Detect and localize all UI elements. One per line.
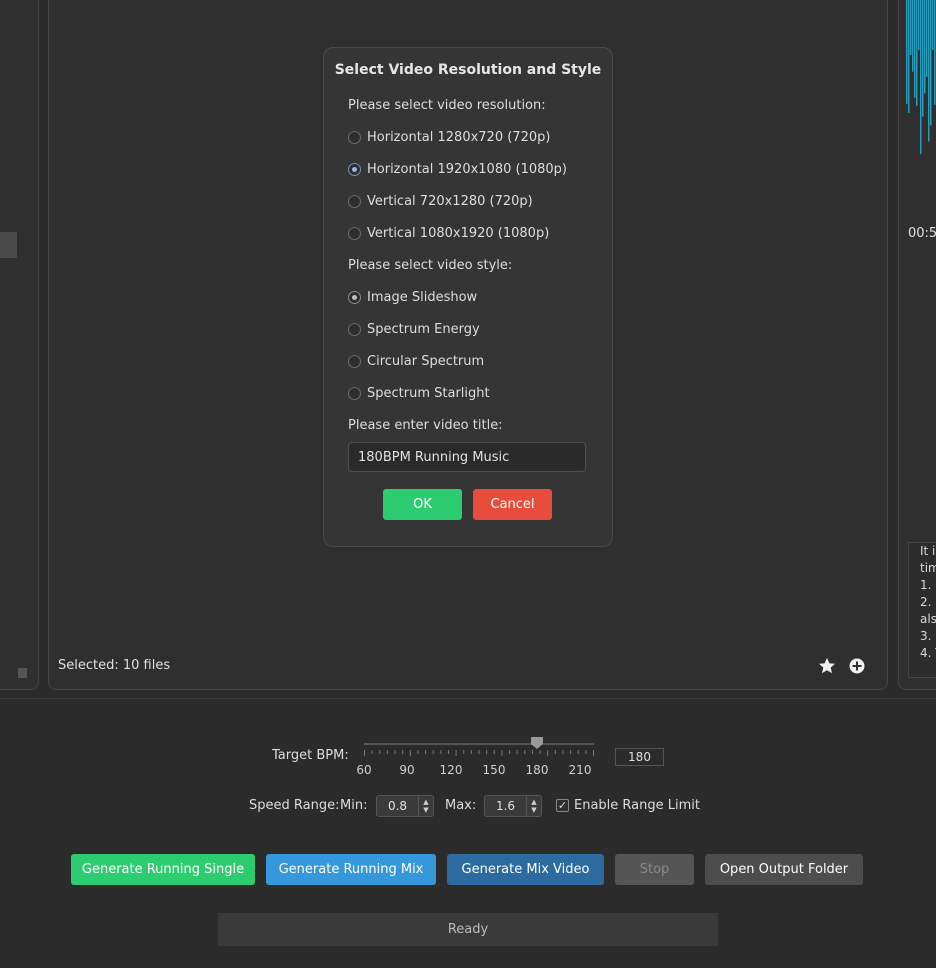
style-prompt: Please select video style: [348, 258, 513, 273]
radio-resolution-720p-vertical[interactable]: Vertical 720x1280 (720p) [348, 194, 533, 209]
add-circle-icon[interactable] [847, 656, 867, 676]
max-speed-value: 1.6 [495, 799, 516, 813]
chevron-up-icon[interactable]: ▲ [423, 798, 428, 806]
generate-mix-video-button[interactable]: Generate Mix Video [447, 854, 604, 885]
left-panel-scroll-thumb[interactable] [0, 232, 17, 258]
radio-label: Spectrum Energy [367, 322, 480, 337]
waveform-bar [918, 0, 920, 51]
min-label: Min: [340, 798, 368, 813]
dialog-title: Select Video Resolution and Style [334, 62, 602, 78]
target-bpm-label: Target BPM: [272, 748, 349, 763]
instructions-line: 2. C [920, 595, 936, 609]
playback-time: 00:56 [908, 226, 936, 241]
waveform-display [906, 0, 936, 155]
bpm-tick-label: 120 [439, 763, 463, 777]
status-bar: Ready [218, 913, 718, 946]
selected-files-count: Selected: 10 files [58, 658, 171, 673]
spin-arrows[interactable]: ▲ ▼ [418, 796, 433, 816]
waveform-bar [928, 0, 930, 142]
instructions-line: 4. T [920, 646, 936, 660]
radio-circle[interactable] [348, 227, 361, 240]
chevron-down-icon[interactable]: ▼ [531, 806, 536, 814]
radio-label: Image Slideshow [367, 290, 478, 305]
waveform-bar [916, 0, 918, 106]
radio-style-spectrum-energy[interactable]: Spectrum Energy [348, 322, 480, 337]
waveform-bar [924, 0, 926, 94]
video-title-input[interactable] [348, 442, 586, 472]
waveform-bar [920, 0, 922, 155]
star-icon[interactable] [817, 656, 837, 676]
instructions-line: 3. I [920, 629, 936, 643]
radio-label: Horizontal 1920x1080 (1080p) [367, 162, 567, 177]
spin-arrows[interactable]: ▲ ▼ [526, 796, 541, 816]
radio-style-circular-spectrum[interactable]: Circular Spectrum [348, 354, 484, 369]
radio-circle[interactable] [348, 131, 361, 144]
min-speed-value: 0.8 [387, 799, 408, 813]
waveform-bar [908, 0, 910, 113]
open-output-folder-button[interactable]: Open Output Folder [705, 854, 863, 885]
enable-range-limit-checkbox[interactable]: ✓ [556, 799, 569, 812]
checkmark-icon: ✓ [557, 799, 568, 812]
generate-running-mix-button[interactable]: Generate Running Mix [266, 854, 436, 885]
ok-button[interactable]: OK [383, 489, 462, 520]
left-panel [0, 0, 39, 690]
cancel-button[interactable]: Cancel [473, 489, 552, 520]
max-label: Max: [445, 798, 477, 813]
radio-circle[interactable] [348, 387, 361, 400]
radio-style-image-slideshow[interactable]: Image Slideshow [348, 290, 477, 305]
waveform-bar [934, 0, 936, 105]
waveform-bar [922, 0, 924, 117]
chevron-up-icon[interactable]: ▲ [531, 798, 536, 806]
enable-range-limit-label[interactable]: Enable Range Limit [574, 798, 700, 813]
waveform-bar [930, 0, 932, 126]
radio-label: Circular Spectrum [367, 354, 485, 369]
radio-circle[interactable] [348, 355, 361, 368]
bpm-tick-label: 210 [568, 763, 592, 777]
waveform-bar [926, 0, 928, 77]
waveform-bar [910, 0, 912, 56]
max-speed-spinbox[interactable]: 1.6 ▲ ▼ [484, 795, 542, 817]
bpm-tick-label: 90 [399, 763, 415, 777]
bpm-tick-label: 60 [356, 763, 372, 777]
radio-circle[interactable] [348, 195, 361, 208]
radio-resolution-720p-horizontal[interactable]: Horizontal 1280x720 (720p) [348, 130, 550, 145]
radio-label: Vertical 1080x1920 (1080p) [367, 226, 550, 241]
bpm-tick-label: 180 [525, 763, 549, 777]
bpm-slider-track[interactable] [364, 743, 594, 745]
instructions-text: It i tim 1. C 2. C als 3. I 4. T [908, 542, 936, 678]
instructions-line: 1. C [920, 578, 936, 592]
radio-circle-selected[interactable] [348, 163, 361, 176]
waveform-bar [932, 0, 934, 50]
bpm-value-field[interactable]: 180 [615, 748, 664, 766]
title-prompt: Please enter video title: [348, 418, 503, 433]
instructions-line: als [920, 612, 936, 626]
speed-range-label: Speed Range: [249, 798, 340, 813]
panel-divider [0, 698, 936, 699]
left-panel-scroll-handle[interactable] [18, 668, 27, 678]
resolution-prompt: Please select video resolution: [348, 98, 546, 113]
radio-circle-selected[interactable] [348, 291, 361, 304]
stop-button[interactable]: Stop [615, 854, 694, 885]
min-speed-spinbox[interactable]: 0.8 ▲ ▼ [376, 795, 434, 817]
instructions-line: tim [920, 561, 936, 575]
instructions-line: It i [920, 544, 936, 558]
waveform-bar [906, 0, 908, 104]
radio-label: Vertical 720x1280 (720p) [367, 194, 533, 209]
radio-label: Spectrum Starlight [367, 386, 490, 401]
radio-label: Horizontal 1280x720 (720p) [367, 130, 551, 145]
radio-circle[interactable] [348, 323, 361, 336]
radio-resolution-1080p-horizontal[interactable]: Horizontal 1920x1080 (1080p) [348, 162, 567, 177]
generate-running-single-button[interactable]: Generate Running Single [71, 854, 255, 885]
bpm-slider-ticks [364, 750, 594, 756]
waveform-bar [914, 0, 916, 98]
radio-style-spectrum-starlight[interactable]: Spectrum Starlight [348, 386, 490, 401]
bpm-tick-label: 150 [482, 763, 506, 777]
waveform-bar [912, 0, 914, 72]
bpm-slider-handle[interactable] [530, 737, 543, 749]
radio-resolution-1080p-vertical[interactable]: Vertical 1080x1920 (1080p) [348, 226, 549, 241]
chevron-down-icon[interactable]: ▼ [423, 806, 428, 814]
